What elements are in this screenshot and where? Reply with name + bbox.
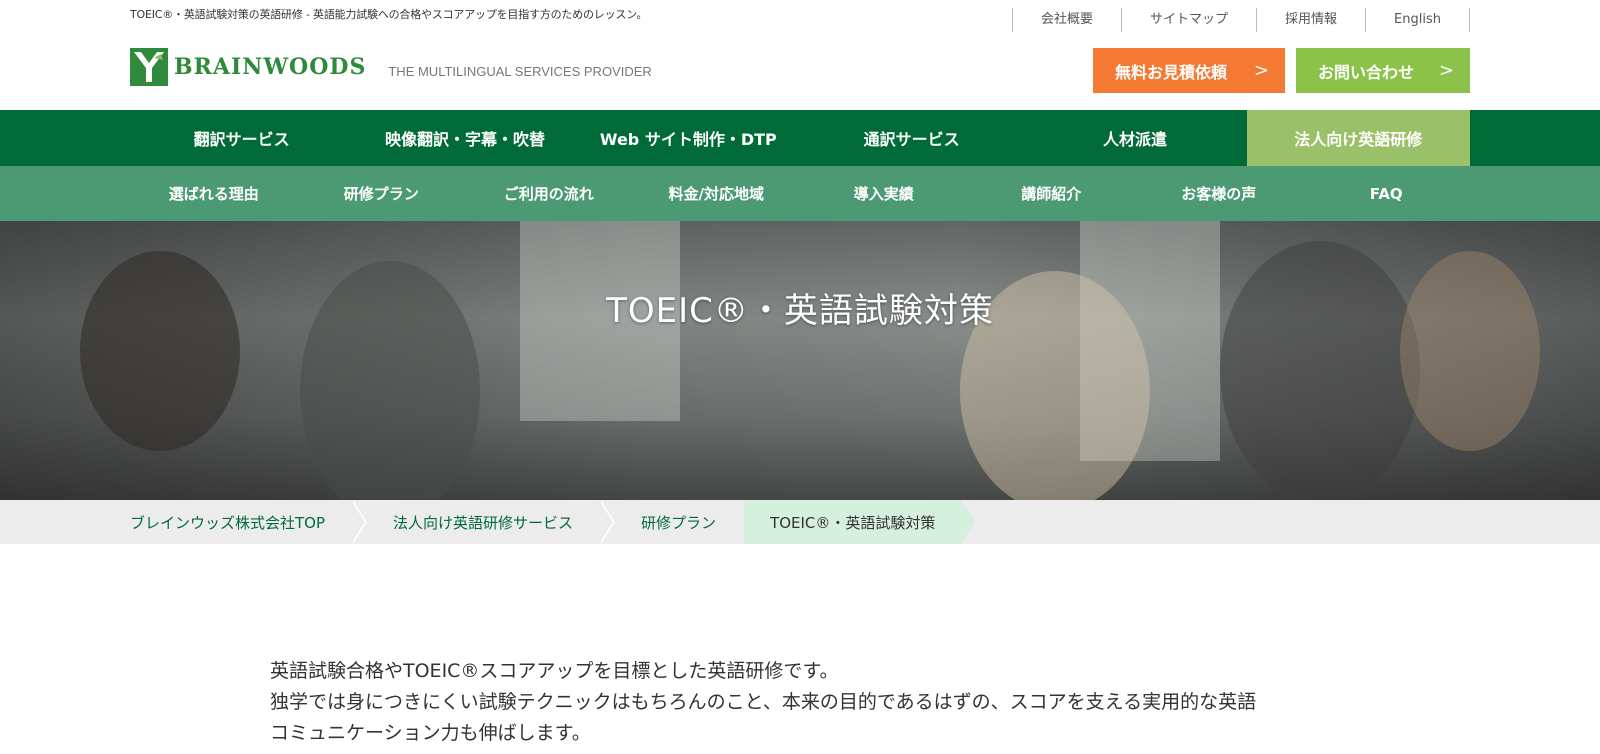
sub-nav-instructors[interactable]: 講師紹介 (968, 166, 1136, 221)
chevron-right-icon: > (1253, 60, 1269, 81)
breadcrumb-item-top[interactable]: ブレインウッズ株式会社TOP (130, 500, 353, 544)
logo-subtitle: THE MULTILINGUAL SERVICES PROVIDER (388, 63, 652, 79)
breadcrumb-current-tail (961, 500, 976, 544)
breadcrumb-separator (599, 500, 616, 544)
util-link-company[interactable]: 会社概要 (1012, 8, 1121, 32)
main-nav-translation[interactable]: 翻訳サービス (130, 110, 353, 166)
util-link-english[interactable]: English (1365, 8, 1470, 32)
intro-line: 独学では身につきにくい試験テクニックはもちろんのこと、本来の目的であるはずの、ス… (270, 691, 1257, 713)
hero-person-shape (1400, 251, 1540, 451)
site-logo[interactable]: BRAINWOODS THE MULTILINGUAL SERVICES PRO… (130, 48, 652, 86)
sub-nav: 選ばれる理由 研修プラン ご利用の流れ 料金/対応地域 導入実績 講師紹介 お客… (0, 166, 1600, 221)
main-nav-interpretation[interactable]: 通訳サービス (800, 110, 1023, 166)
cta-group: 無料お見積依頼 > お問い合わせ > (1093, 48, 1470, 93)
site-header: TOEIC®・英語試験対策の英語研修 - 英語能力試験への合格やスコアアップを目… (0, 0, 1600, 110)
util-link-recruit[interactable]: 採用情報 (1256, 8, 1365, 32)
breadcrumb-separator (351, 500, 368, 544)
page-title: TOEIC®・英語試験対策 (606, 291, 994, 331)
brainwoods-logo-icon (130, 48, 168, 86)
breadcrumb: ブレインウッズ株式会社TOP 法人向け英語研修サービス 研修プラン TOEIC®… (0, 500, 1600, 544)
main-nav-staffing[interactable]: 人材派遣 (1023, 110, 1246, 166)
breadcrumb-item-current: TOEIC®・英語試験対策 (744, 500, 962, 544)
sub-nav-flow[interactable]: ご利用の流れ (465, 166, 633, 221)
breadcrumb-label: 研修プラン (641, 513, 717, 532)
contact-label: お問い合わせ (1318, 62, 1415, 82)
intro-text: 英語試験合格やTOEIC®スコアアップを目標とした英語研修です。 独学では身につ… (270, 544, 1330, 749)
chevron-right-icon: > (1438, 60, 1454, 81)
breadcrumb-item-plans[interactable]: 研修プラン (615, 500, 744, 544)
sub-nav-pricing[interactable]: 料金/対応地域 (633, 166, 801, 221)
breadcrumb-label: 法人向け英語研修サービス (393, 513, 574, 532)
logo-wordmark: BRAINWOODS (174, 54, 367, 80)
contact-button[interactable]: お問い合わせ > (1296, 48, 1470, 93)
intro-line: 英語試験合格やTOEIC®スコアアップを目標とした英語研修です。 (270, 660, 839, 682)
util-link-sitemap[interactable]: サイトマップ (1121, 8, 1256, 32)
main-nav-web-dtp[interactable]: Web サイト制作・DTP (577, 110, 800, 166)
sub-nav-cases[interactable]: 導入実績 (800, 166, 968, 221)
sub-nav-faq[interactable]: FAQ (1303, 166, 1471, 221)
hero-banner: TOEIC®・英語試験対策 (0, 221, 1600, 500)
free-quote-label: 無料お見積依頼 (1115, 62, 1228, 82)
hero-person-shape (1220, 241, 1420, 500)
main-nav: 翻訳サービス 映像翻訳・字幕・吹替 Web サイト制作・DTP 通訳サービス 人… (0, 110, 1600, 166)
header-tagline: TOEIC®・英語試験対策の英語研修 - 英語能力試験への合格やスコアアップを目… (130, 8, 648, 21)
breadcrumb-item-corporate-english[interactable]: 法人向け英語研修サービス (367, 500, 601, 544)
sub-nav-reasons[interactable]: 選ばれる理由 (130, 166, 298, 221)
main-nav-corporate-english[interactable]: 法人向け英語研修 (1246, 110, 1470, 166)
utility-nav: 会社概要 サイトマップ 採用情報 English (1012, 8, 1470, 32)
main-nav-video-translation[interactable]: 映像翻訳・字幕・吹替 (353, 110, 576, 166)
breadcrumb-label: TOEIC®・英語試験対策 (770, 513, 936, 532)
breadcrumb-label: ブレインウッズ株式会社TOP (130, 513, 326, 532)
hero-person-shape (80, 251, 240, 451)
intro-line: コミュニケーション力も伸ばします。 (270, 722, 591, 744)
sub-nav-testimonials[interactable]: お客様の声 (1135, 166, 1303, 221)
free-quote-button[interactable]: 無料お見積依頼 > (1093, 48, 1285, 93)
sub-nav-plans[interactable]: 研修プラン (298, 166, 466, 221)
